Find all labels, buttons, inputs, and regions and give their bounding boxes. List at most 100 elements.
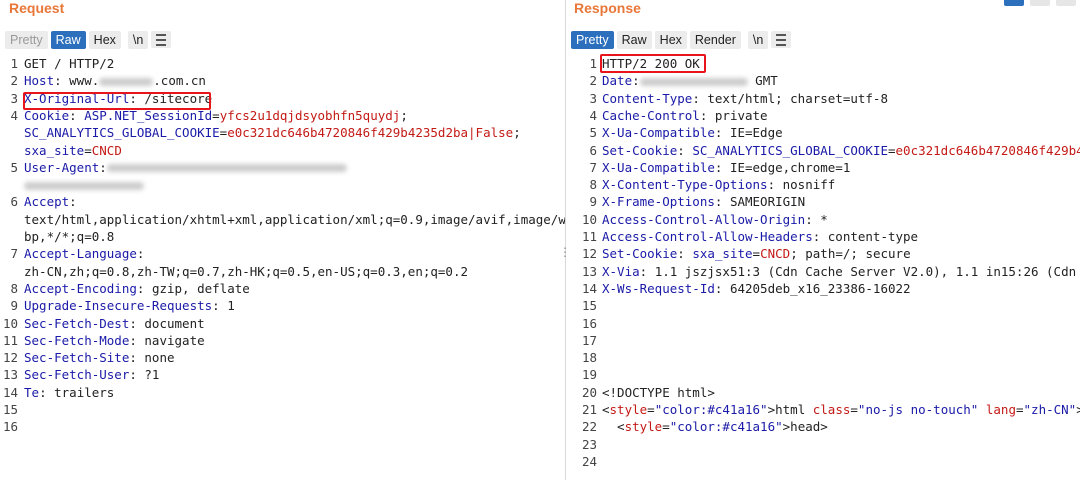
line-number: 2 xyxy=(10,73,18,89)
plain-text: : private xyxy=(699,107,768,123)
response-toolbar: Pretty Raw Hex Render \n xyxy=(571,29,792,50)
plain-text: : nosniff xyxy=(767,177,836,193)
line-number: 6 xyxy=(589,142,597,158)
layout-split-icon[interactable] xyxy=(1004,0,1024,6)
code-line: 1 GET / HTTP/2 xyxy=(0,55,565,72)
layout-vertical-icon[interactable] xyxy=(1056,0,1076,6)
header-value: e0c321dc646b4720846f429b4 xyxy=(895,142,1080,158)
plain-text: : xyxy=(69,194,77,210)
code-line: bp,*/*;q=0.8 xyxy=(0,228,565,245)
code-line: 16 xyxy=(0,418,565,435)
request-editor[interactable]: 1 GET / HTTP/2 2 Host: www. .com.cn 3 X-Origin… xyxy=(0,55,565,480)
line-number: 22 xyxy=(581,419,597,435)
line-number: 4 xyxy=(589,107,597,123)
code-line: 16 xyxy=(566,315,1080,332)
code-line: 23 xyxy=(566,436,1080,453)
redacted-blur xyxy=(106,164,347,173)
code-text: Content-Type: text/html; charset=utf-8 xyxy=(602,90,888,107)
header-key: X-Ws-Request-Id xyxy=(602,280,715,296)
line-number: 16 xyxy=(2,419,18,435)
code-text: text/html,application/xhtml+xml,applicat… xyxy=(24,211,565,228)
line-number: 17 xyxy=(581,332,597,348)
plain-text: zh-CN,zh;q=0.8,zh-TW;q=0.7,zh-HK;q=0.5,e… xyxy=(24,263,469,279)
tab-render[interactable]: Render xyxy=(689,30,741,49)
code-text: zh-CN,zh;q=0.8,zh-TW;q=0.7,zh-HK;q=0.5,e… xyxy=(24,263,468,280)
header-key: X-Ua-Compatible xyxy=(602,159,715,175)
plain-text: : none xyxy=(129,350,175,366)
code-text: User-Agent: xyxy=(24,159,347,176)
line-number: 9 xyxy=(10,298,18,314)
code-text: GET / HTTP/2 xyxy=(24,55,114,72)
tab-pretty[interactable]: Pretty xyxy=(5,30,48,49)
plain-text: : www. xyxy=(54,73,100,89)
line-number: 14 xyxy=(2,384,18,400)
tab-hex[interactable]: Hex xyxy=(654,30,687,49)
code-text: sxa_site=CNCD xyxy=(24,142,122,159)
code-text: Access-Control-Allow-Origin: * xyxy=(602,211,828,228)
header-key: Sec-Fetch-User xyxy=(24,367,130,383)
line-number: 3 xyxy=(589,90,597,106)
code-line: 5 X-Ua-Compatible: IE=Edge xyxy=(566,124,1080,141)
header-key: Sec-Fetch-Dest xyxy=(24,315,130,331)
header-key: Accept-Encoding xyxy=(24,280,137,296)
hamburger-menu-icon[interactable] xyxy=(771,31,792,48)
response-editor[interactable]: 1 HTTP/2 200 OK 2 Date: GMT 3 Content-Type: t… xyxy=(566,55,1080,480)
response-title: Response xyxy=(574,0,641,16)
layout-horizontal-icon[interactable] xyxy=(1030,0,1050,6)
header-key: Access-Control-Allow-Headers xyxy=(602,229,813,244)
code-line: 2 Host: www. .com.cn xyxy=(0,72,565,89)
redacted-blur xyxy=(24,181,144,190)
code-text: Accept-Language: xyxy=(24,245,144,262)
header-key: X-Via xyxy=(602,263,640,279)
tab-newline[interactable]: \n xyxy=(747,30,769,49)
tab-pretty[interactable]: Pretty xyxy=(571,30,614,49)
code-line: 2 Date: GMT xyxy=(566,72,1080,89)
code-line: 13 Sec-Fetch-User: ?1 xyxy=(0,366,565,383)
header-key: Set-Cookie xyxy=(602,246,678,262)
code-text: Access-Control-Allow-Headers: content-ty… xyxy=(602,228,918,245)
header-key: X-Frame-Options xyxy=(602,194,715,210)
code-text: X-Frame-Options: SAMEORIGIN xyxy=(602,193,805,210)
line-number: 3 xyxy=(10,90,18,106)
code-text: X-Via: 1.1 jszjsx51:3 (Cdn Cache Server … xyxy=(602,263,1080,280)
tab-newline[interactable]: \n xyxy=(127,30,149,49)
code-line: 24 xyxy=(566,453,1080,470)
line-number: 11 xyxy=(2,332,18,348)
line-number: 6 xyxy=(10,194,18,210)
code-line: 8 X-Content-Type-Options: nosniff xyxy=(566,176,1080,193)
line-number: 1 xyxy=(589,56,597,71)
code-text: X-Content-Type-Options: nosniff xyxy=(602,176,835,193)
header-key: Access-Control-Allow-Origin xyxy=(602,211,806,227)
line-number: 10 xyxy=(581,211,597,227)
line-number: 7 xyxy=(589,159,597,175)
code-text: Set-Cookie: SC_ANALYTICS_GLOBAL_COOKIE=e… xyxy=(602,142,1080,159)
code-line: 7 X-Ua-Compatible: IE=edge,chrome=1 xyxy=(566,159,1080,176)
code-line: 12 Set-Cookie: sxa_site=CNCD; path=/; sec… xyxy=(566,245,1080,262)
tab-hex[interactable]: Hex xyxy=(88,30,121,49)
tab-raw[interactable]: Raw xyxy=(616,30,652,49)
plain-text: : ?1 xyxy=(129,367,160,383)
line-number: 12 xyxy=(581,246,597,262)
plain-text: = xyxy=(888,142,896,158)
plain-text: GMT xyxy=(747,73,778,89)
code-text: Set-Cookie: sxa_site=CNCD; path=/; secur… xyxy=(602,245,911,262)
code-line: 6 Set-Cookie: SC_ANALYTICS_GLOBAL_COOKIE=… xyxy=(566,142,1080,159)
plain-text: : xyxy=(632,73,640,89)
request-title: Request xyxy=(9,0,65,16)
code-text: bp,*/*;q=0.8 xyxy=(24,228,114,245)
plain-text: : IE=edge,chrome=1 xyxy=(714,159,851,175)
header-key: sxa_site xyxy=(692,246,753,262)
header-key: sxa_site xyxy=(24,142,85,158)
hamburger-menu-icon[interactable] xyxy=(151,31,172,48)
code-line: 11 Sec-Fetch-Mode: navigate xyxy=(0,332,565,349)
code-text: <style="color:#c41a16">head> xyxy=(602,418,828,435)
header-key: User-Agent xyxy=(24,159,100,175)
header-key: SC_ANALYTICS_GLOBAL_COOKIE xyxy=(24,125,220,141)
line-number: 10 xyxy=(2,315,18,331)
tab-raw[interactable]: Raw xyxy=(50,30,86,49)
header-key: SC_ANALYTICS_GLOBAL_COOKIE xyxy=(692,142,888,158)
code-line: sxa_site=CNCD xyxy=(0,142,565,159)
line-number: 21 xyxy=(581,402,597,417)
code-text: Accept: xyxy=(24,193,77,210)
code-line: 13 X-Via: 1.1 jszjsx51:3 (Cdn Cache Serve… xyxy=(566,263,1080,280)
